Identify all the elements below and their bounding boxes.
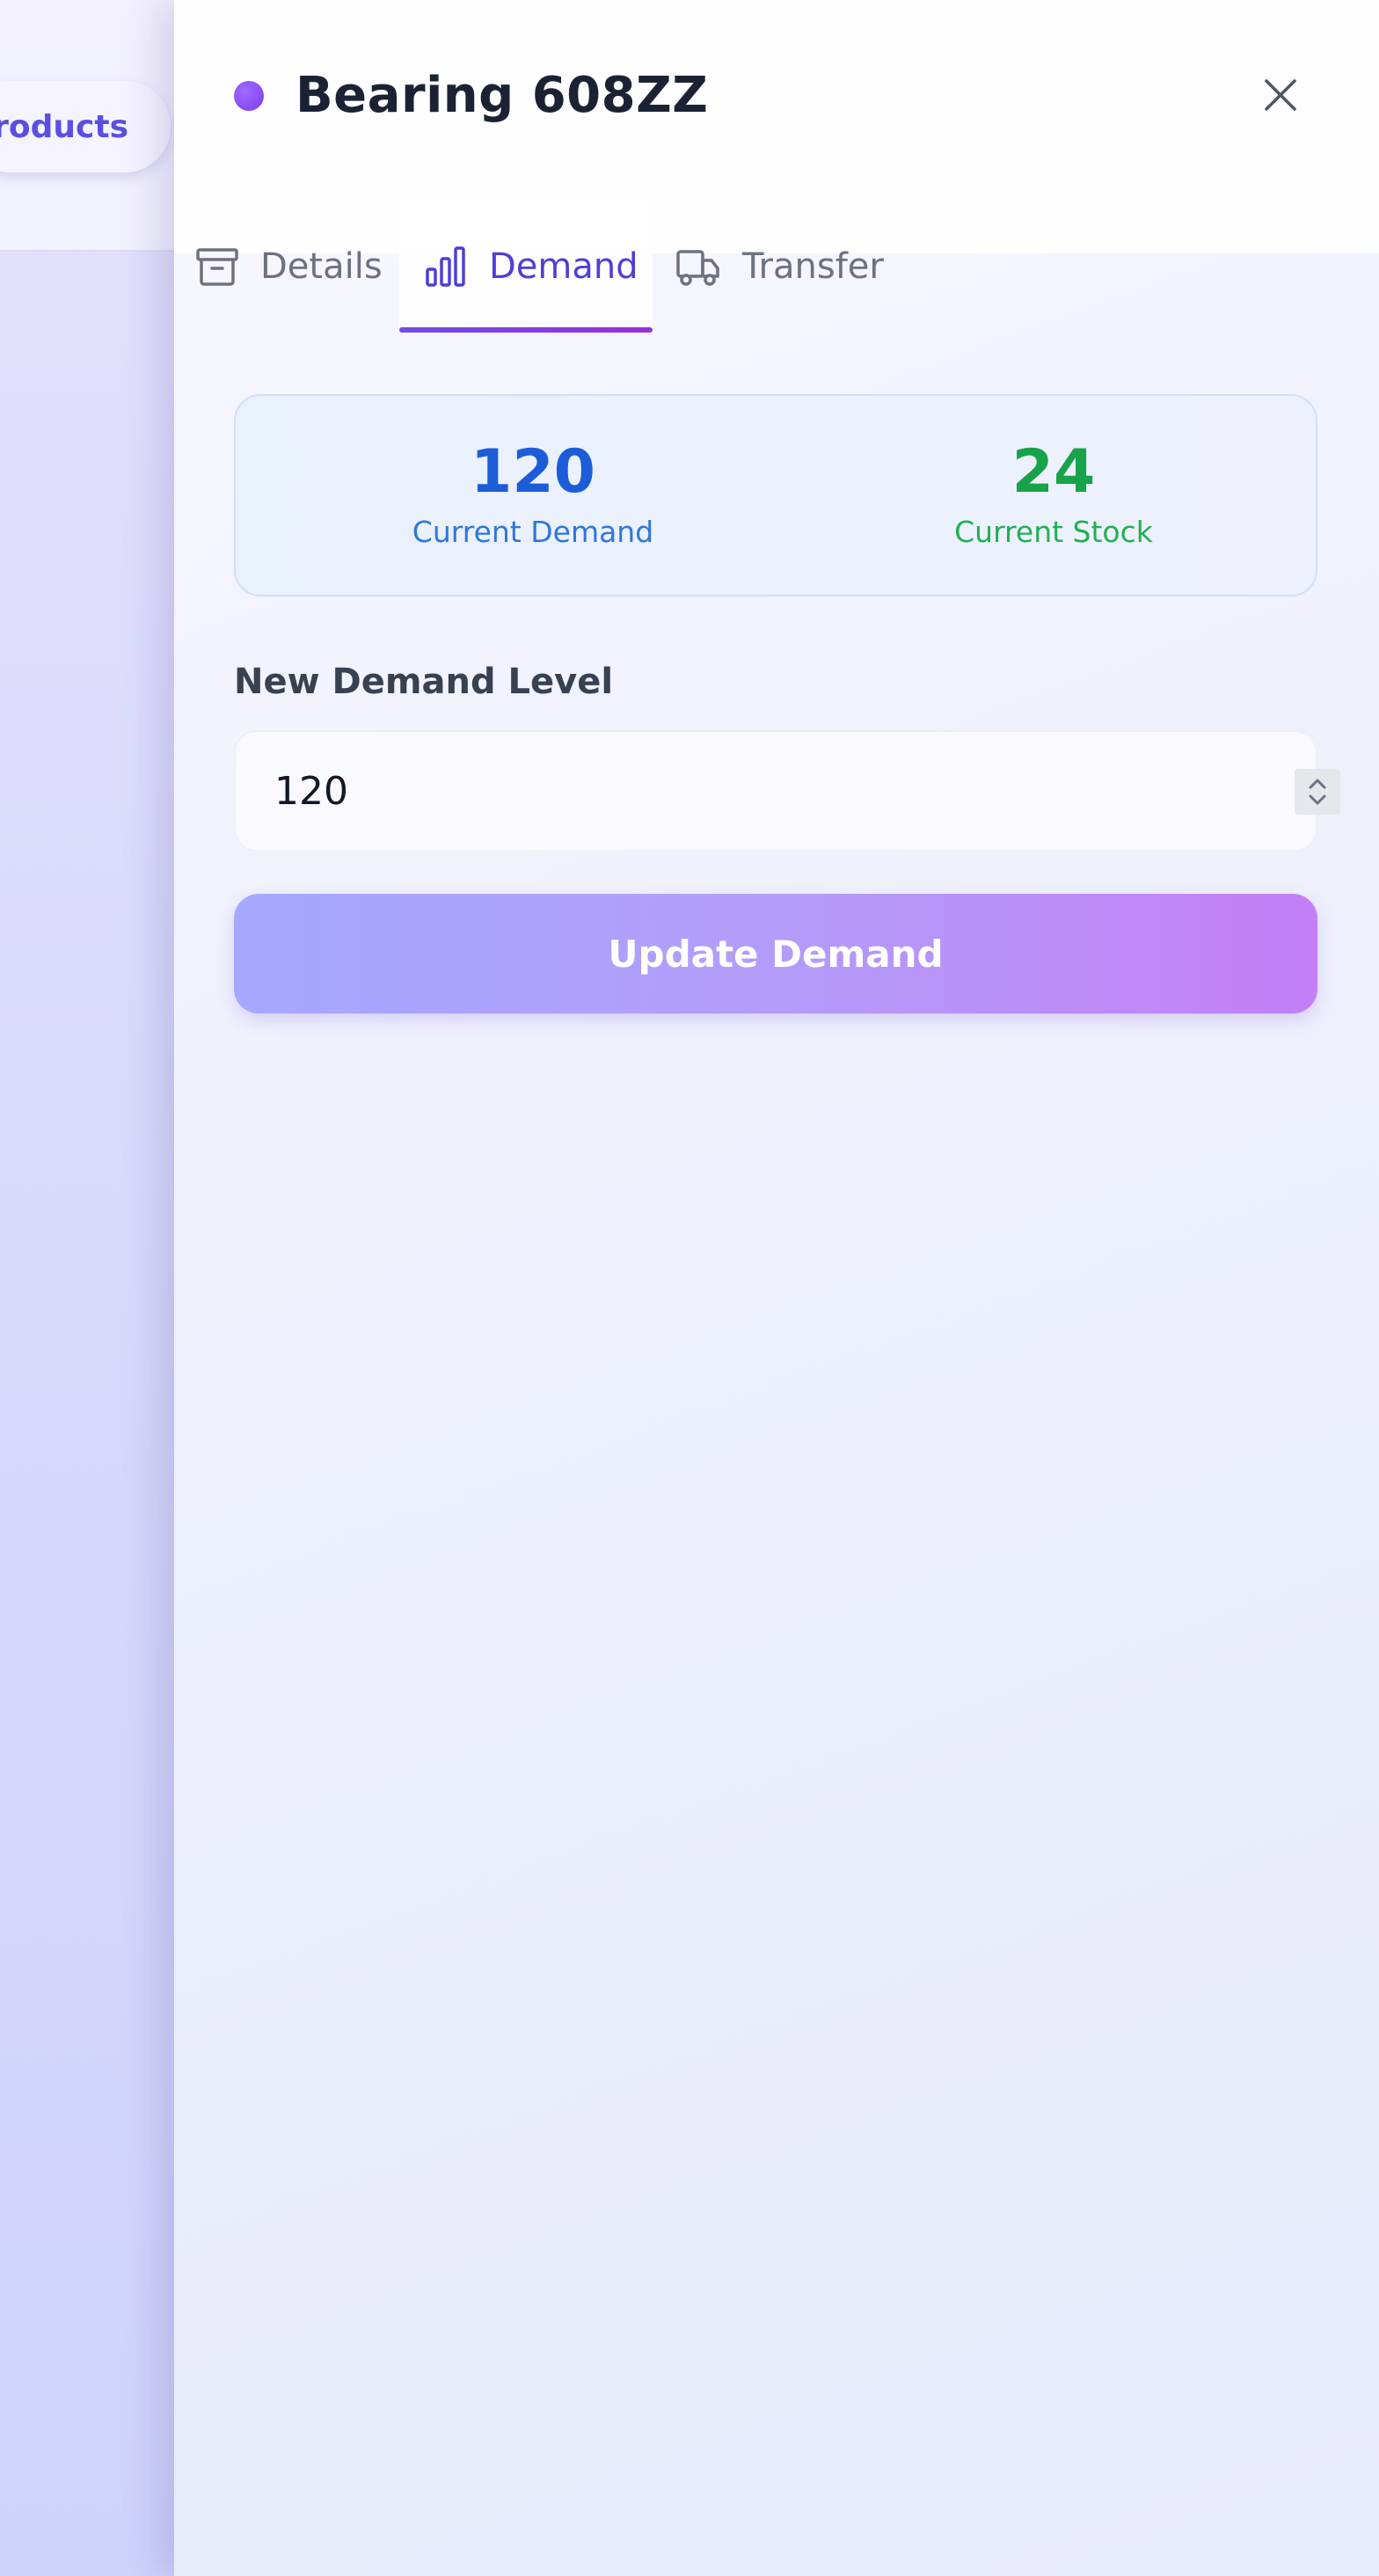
archive-box-icon bbox=[196, 248, 238, 286]
tab-details[interactable]: Details bbox=[195, 201, 383, 333]
tab-details-label: Details bbox=[260, 246, 383, 287]
current-stock-label: Current Stock bbox=[954, 514, 1153, 549]
active-tab-indicator bbox=[399, 327, 653, 333]
update-demand-button[interactable]: Update Demand bbox=[234, 894, 1317, 1014]
stepper-arrows-icon bbox=[1309, 779, 1326, 805]
products-button[interactable]: Products bbox=[0, 81, 171, 172]
panel-title: Bearing 608ZZ bbox=[296, 67, 709, 124]
current-stock-stat: 24 Current Stock bbox=[869, 437, 1238, 549]
new-demand-label: New Demand Level bbox=[234, 662, 614, 702]
current-demand-stat: 120 Current Demand bbox=[348, 437, 718, 549]
new-demand-input[interactable] bbox=[274, 732, 1154, 850]
bar-chart-icon bbox=[426, 246, 465, 287]
number-stepper[interactable] bbox=[1295, 769, 1340, 815]
products-button-label: Products bbox=[0, 108, 128, 145]
background-page bbox=[0, 0, 176, 2576]
status-dot bbox=[234, 81, 264, 111]
tab-demand[interactable]: Demand bbox=[424, 201, 638, 333]
demand-stats-card: 120 Current Demand 24 Current Stock bbox=[234, 394, 1317, 596]
current-stock-value: 24 bbox=[1011, 437, 1096, 507]
current-demand-label: Current Demand bbox=[412, 514, 654, 549]
tab-bar: Details Demand Transfer bbox=[174, 201, 1379, 333]
current-demand-value: 120 bbox=[471, 437, 595, 507]
close-icon bbox=[1265, 79, 1296, 111]
tab-transfer-label: Transfer bbox=[742, 246, 884, 287]
close-button[interactable] bbox=[1249, 63, 1312, 127]
tab-transfer[interactable]: Transfer bbox=[675, 201, 884, 333]
tab-demand-label: Demand bbox=[489, 246, 638, 287]
truck-icon bbox=[676, 250, 719, 286]
new-demand-field bbox=[234, 730, 1340, 852]
product-detail-panel: Bearing 608ZZ Details Demand Transfer 12… bbox=[174, 0, 1379, 2576]
